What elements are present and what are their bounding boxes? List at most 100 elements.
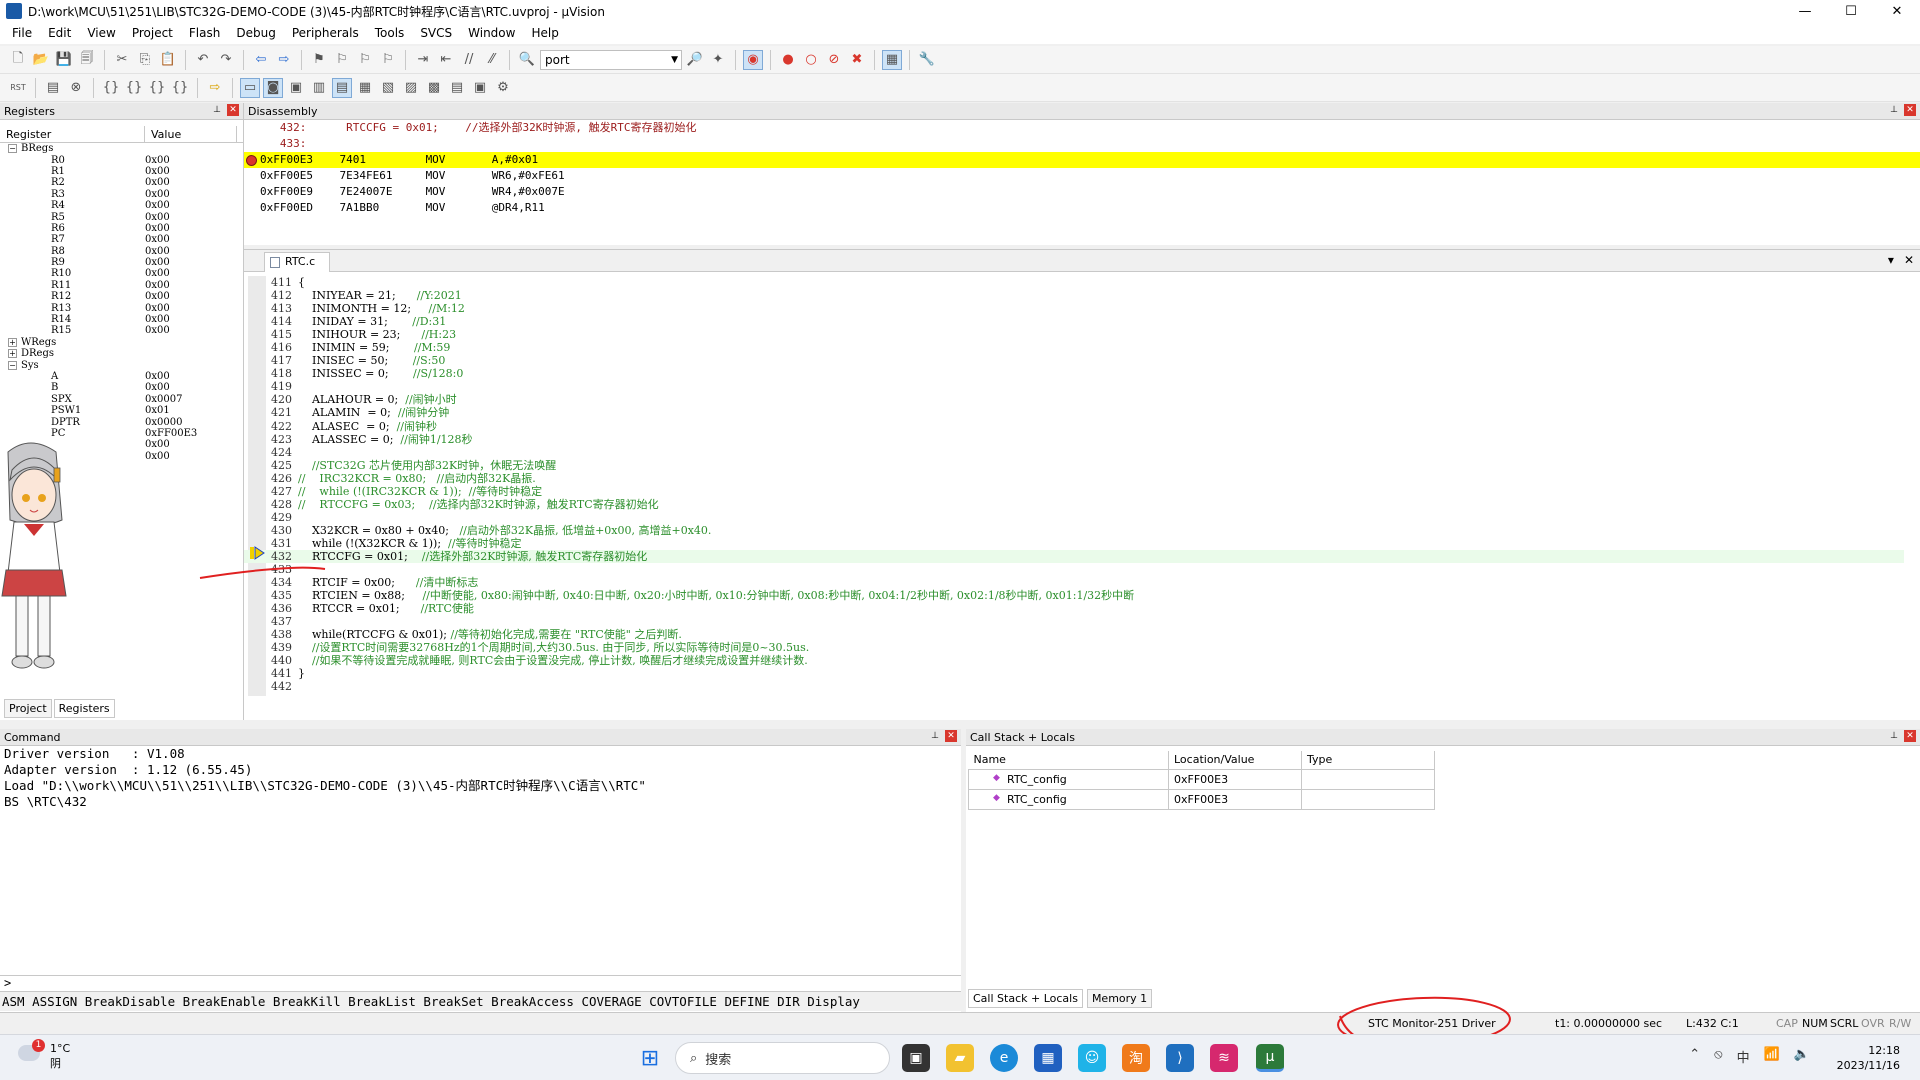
menu-view[interactable]: View: [79, 26, 123, 40]
register-row[interactable]: SPX 0x0007: [0, 394, 243, 405]
register-row[interactable]: DPTR 0x0000: [0, 416, 243, 428]
menu-tools[interactable]: Tools: [367, 26, 413, 40]
pin-icon[interactable]: ⊥: [1888, 104, 1900, 116]
step-over-icon[interactable]: {}: [124, 78, 144, 98]
undo-icon[interactable]: ↶: [193, 50, 213, 70]
collapse-icon[interactable]: −: [8, 144, 17, 154]
close-button[interactable]: ✕: [1874, 0, 1920, 22]
menu-debug[interactable]: Debug: [228, 26, 283, 40]
tab-registers[interactable]: Registers: [53, 699, 115, 718]
edge-browser-icon[interactable]: e: [990, 1044, 1018, 1072]
chevron-up-icon[interactable]: ⌃: [1689, 1047, 1700, 1066]
taskbar-search[interactable]: ⌕ 搜索: [675, 1042, 890, 1074]
tab-project[interactable]: Project: [4, 699, 52, 718]
close-icon[interactable]: ✕: [227, 104, 239, 116]
watch-window-icon[interactable]: ▦: [355, 78, 375, 98]
register-row[interactable]: R11 0x00: [0, 280, 243, 291]
register-row[interactable]: B 0x00: [0, 382, 243, 393]
command-output[interactable]: Driver version : V1.08 Adapter version : …: [0, 746, 961, 810]
code-line[interactable]: 419: [244, 380, 1904, 393]
code-line[interactable]: 437: [244, 615, 1904, 628]
stop-icon[interactable]: ⊗: [66, 78, 86, 98]
disassembly-line[interactable]: 0xFF00E9 7E24007E MOV WR4,#0x007E: [244, 184, 1920, 200]
save-all-icon[interactable]: 🗐: [77, 50, 97, 70]
step-out-icon[interactable]: {}: [147, 78, 167, 98]
disable-all-breakpoints-icon[interactable]: ⊘: [824, 50, 844, 70]
register-group[interactable]: + WRegs: [0, 337, 243, 348]
expand-icon[interactable]: +: [8, 337, 17, 347]
register-row[interactable]: R12 0x00: [0, 291, 243, 302]
code-line[interactable]: 431 while (!(X32KCR & 1)); //等待时钟稳定: [244, 537, 1904, 550]
memory-window-icon[interactable]: ▧: [378, 78, 398, 98]
microsoft-store-icon[interactable]: ▦: [1034, 1044, 1062, 1072]
code-line[interactable]: 441}: [244, 667, 1904, 680]
bookmark-icon[interactable]: ⚑: [309, 50, 329, 70]
code-line[interactable]: 421 ALAMIN = 0; //闹钟分钟: [244, 406, 1904, 419]
taobao-icon[interactable]: 淘: [1122, 1044, 1150, 1072]
disassembly-line[interactable]: 0xFF00E3 7401 MOV A,#0x01: [244, 152, 1920, 168]
code-line[interactable]: 442: [244, 680, 1904, 693]
menu-svcs[interactable]: SVCS: [412, 26, 460, 40]
find-in-files-icon[interactable]: 🔍: [517, 50, 537, 70]
registers-window-icon[interactable]: ▥: [309, 78, 329, 98]
close-icon[interactable]: ✕: [1904, 730, 1916, 742]
register-row[interactable]: R1 0x00: [0, 166, 243, 177]
code-line[interactable]: 436 RTCCR = 0x01; //RTC使能: [244, 602, 1904, 615]
comment-icon[interactable]: //: [459, 50, 479, 70]
code-line[interactable]: 424: [244, 446, 1904, 459]
clear-bookmarks-icon[interactable]: ⚐: [378, 50, 398, 70]
register-row[interactable]: R15 0x00: [0, 325, 243, 336]
input-method-indicator[interactable]: 中: [1737, 1047, 1750, 1066]
kill-all-breakpoints-icon[interactable]: ✖: [847, 50, 867, 70]
tab-call-stack[interactable]: Call Stack + Locals: [968, 989, 1083, 1008]
uvision-taskbar-icon[interactable]: µ: [1256, 1044, 1284, 1072]
paste-icon[interactable]: 📋: [158, 50, 178, 70]
register-row[interactable]: R2 0x00: [0, 177, 243, 188]
register-row[interactable]: PC 0xFF00E3: [0, 428, 243, 439]
maximize-button[interactable]: ☐: [1828, 0, 1874, 22]
symbols-window-icon[interactable]: ▣: [286, 78, 306, 98]
pin-icon[interactable]: ⊥: [211, 104, 223, 116]
register-row[interactable]: R9 0x00: [0, 257, 243, 268]
column-value[interactable]: Value: [145, 126, 237, 142]
nav-back-icon[interactable]: ⇦: [251, 50, 271, 70]
close-icon[interactable]: ✕: [945, 730, 957, 742]
close-icon[interactable]: ✕: [1904, 253, 1914, 267]
configure-icon[interactable]: 🔧: [917, 50, 937, 70]
volume-icon[interactable]: 🔈: [1794, 1047, 1810, 1066]
menu-help[interactable]: Help: [523, 26, 566, 40]
code-line[interactable]: 439 //设置RTC时间需要32768Hz的1个周期时间,大约30.5us. …: [244, 641, 1904, 654]
register-row[interactable]: R4 0x00: [0, 200, 243, 211]
trace-window-icon[interactable]: ▤: [447, 78, 467, 98]
vscode-icon[interactable]: ⟩: [1166, 1044, 1194, 1072]
uncomment-icon[interactable]: ⁄⁄: [482, 50, 502, 70]
serial-tool-icon[interactable]: ≋: [1210, 1044, 1238, 1072]
serial-window-icon[interactable]: ▨: [401, 78, 421, 98]
code-line[interactable]: 422 ALASEC = 0; //闹钟秒: [244, 420, 1904, 433]
file-explorer-icon[interactable]: ▰: [946, 1044, 974, 1072]
command-window-icon[interactable]: ▭: [240, 77, 260, 98]
wifi-icon[interactable]: 📶: [1764, 1047, 1780, 1066]
new-file-icon[interactable]: 🗋: [8, 50, 28, 70]
code-line[interactable]: 420 ALAHOUR = 0; //闹钟小时: [244, 393, 1904, 406]
code-line[interactable]: 440 //如果不等待设置完成就睡眠, 则RTC会由于设置没完成, 停止计数, …: [244, 654, 1904, 667]
save-icon[interactable]: 💾: [54, 50, 74, 70]
register-row[interactable]: R3 0x00: [0, 189, 243, 200]
code-line[interactable]: 417 INISEC = 50; //S:50: [244, 354, 1904, 367]
toolbox-icon[interactable]: ⚙: [493, 78, 513, 98]
menu-peripherals[interactable]: Peripherals: [284, 26, 367, 40]
disassembly-listing[interactable]: 432: RTCCFG = 0x01; //选择外部32K时钟源, 触发RTC寄…: [244, 120, 1920, 216]
code-line[interactable]: 438 while(RTCCFG & 0x01); //等待初始化完成,需要在 …: [244, 628, 1904, 641]
redo-icon[interactable]: ↷: [216, 50, 236, 70]
disassembly-line[interactable]: 433:: [244, 136, 1920, 152]
weather-widget[interactable]: 1 1°C 阴: [18, 1039, 70, 1071]
open-folder-icon[interactable]: 📂: [31, 50, 51, 70]
tab-rtc-c[interactable]: RTC.c: [264, 252, 331, 272]
register-group[interactable]: − Sys: [0, 359, 243, 371]
windows-start-icon[interactable]: ⊞: [636, 1044, 664, 1072]
register-group[interactable]: + DRegs: [0, 348, 243, 359]
task-view-icon[interactable]: ▣: [902, 1044, 930, 1072]
register-row[interactable]: A 0x00: [0, 371, 243, 382]
next-bookmark-icon[interactable]: ⚐: [355, 50, 375, 70]
call-stack-window-icon[interactable]: ▤: [332, 77, 352, 98]
